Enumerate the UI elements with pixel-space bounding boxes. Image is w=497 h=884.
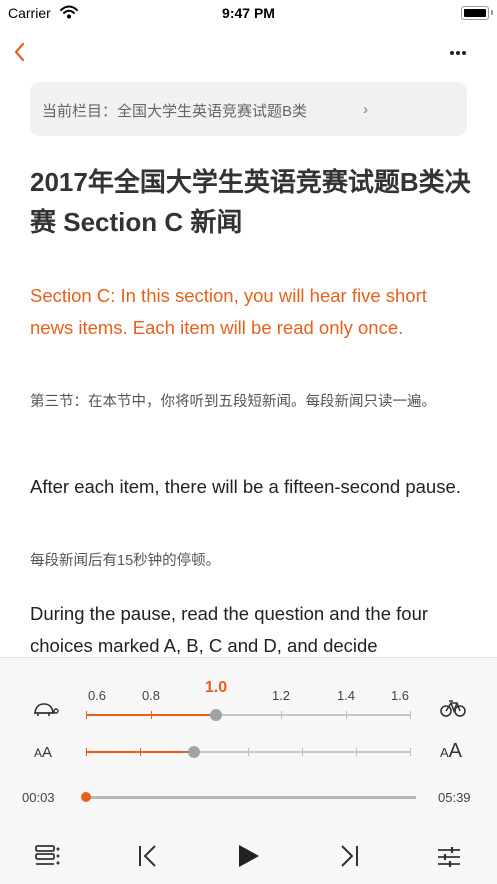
font-size-small-icon[interactable]: AA [34, 744, 52, 761]
next-icon[interactable] [338, 844, 360, 873]
font-large-a: A [440, 745, 449, 760]
turtle-icon[interactable] [31, 700, 59, 725]
article-title: 2017年全国大学生英语竞赛试题B类决赛 Section C 新闻 [30, 167, 471, 237]
speed-label[interactable]: 1.6 [380, 688, 420, 703]
font-small-a2: A [42, 744, 53, 761]
font-size-slider-knob[interactable] [188, 746, 200, 758]
clock: 9:47 PM [222, 5, 275, 21]
chevron-right-icon: › [363, 101, 368, 118]
progress-bar[interactable] [81, 792, 416, 802]
settings-sliders-icon[interactable] [437, 846, 461, 873]
more-dots-icon[interactable] [449, 42, 473, 60]
chevron-left-icon[interactable] [10, 38, 34, 66]
speed-label[interactable]: 1.4 [326, 688, 366, 703]
breadcrumb-text: 当前栏目：全国大学生英语竞赛试题B类 [42, 103, 308, 120]
total-time: 05:39 [438, 790, 471, 805]
status-bar: Carrier 9:47 PM [0, 0, 497, 28]
bicycle-icon[interactable] [440, 698, 466, 723]
speed-label[interactable]: 0.6 [77, 688, 117, 703]
speed-slider[interactable] [86, 709, 411, 721]
font-small-a: A [34, 746, 43, 760]
battery-tip [491, 10, 493, 15]
battery-icon [461, 6, 489, 20]
font-large-a2: A [448, 740, 463, 762]
speed-label-selected[interactable]: 1.0 [196, 679, 236, 697]
speed-slider-knob[interactable] [210, 709, 222, 721]
play-icon[interactable] [236, 844, 260, 873]
breadcrumb[interactable]: 当前栏目：全国大学生英语竞赛试题B类 › [30, 82, 467, 136]
player-panel: 0.6 0.8 1.0 1.2 1.4 1.6 AA AA 00:03 05:3… [0, 657, 497, 884]
paragraph-en: After each item, there will be a fifteen… [30, 476, 461, 497]
paragraph-en: During the pause, read the question and … [30, 603, 429, 656]
previous-icon[interactable] [137, 844, 159, 873]
speed-label[interactable]: 1.2 [261, 688, 301, 703]
paragraph-en-highlight: Section C: In this section, you will hea… [30, 285, 427, 338]
paragraph-zh: 每段新闻后有15秒钟的停顿。 [30, 553, 221, 569]
font-size-large-icon[interactable]: AA [440, 740, 462, 763]
progress-knob[interactable] [81, 792, 91, 802]
paragraph-zh: 第三节：在本节中，你将听到五段短新闻。每段新闻只读一遍。 [30, 394, 436, 410]
current-time: 00:03 [22, 790, 55, 805]
speed-label[interactable]: 0.8 [131, 688, 171, 703]
font-size-slider[interactable] [86, 746, 411, 758]
playlist-icon[interactable] [35, 845, 61, 872]
